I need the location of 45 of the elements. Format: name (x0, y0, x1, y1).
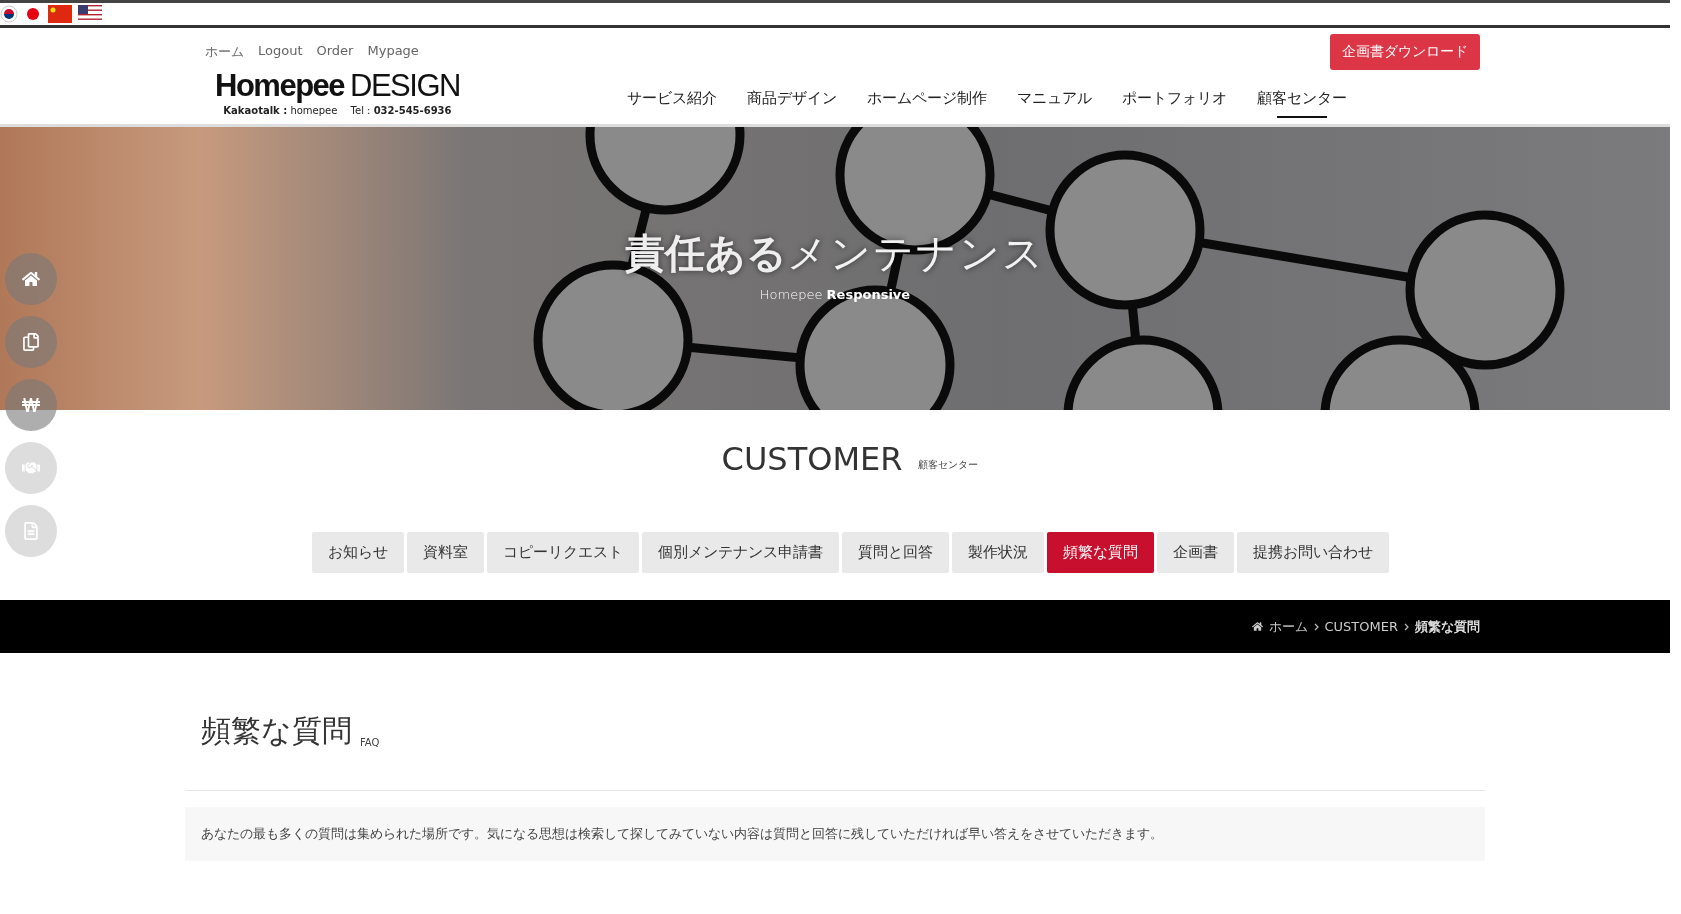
chevron-icon (1404, 622, 1409, 631)
china-flag-icon[interactable] (48, 5, 72, 23)
home-icon (22, 270, 40, 288)
logo-text[interactable]: Homepee DESIGN (215, 70, 460, 101)
breadcrumb-current: 頻繁な質問 (1415, 617, 1480, 636)
hero-subtitle: Homepee Responsive (759, 286, 911, 302)
side-button[interactable] (5, 379, 57, 431)
nav-link[interactable]: ポートフォリオ (1114, 87, 1235, 118)
top-link[interactable]: Logout (258, 43, 303, 61)
category-tab[interactable]: 資料室 (406, 532, 484, 573)
top-link[interactable]: Order (316, 43, 354, 61)
document-icon (22, 522, 40, 540)
contact-info: Kakaotalk : homepee Tel : 032-545-6936 (223, 104, 452, 118)
nav-link[interactable]: 顧客センター (1249, 87, 1355, 118)
won-icon (22, 396, 40, 414)
copy-icon (22, 333, 40, 351)
nav-link[interactable]: サービス紹介 (619, 87, 725, 118)
korea-flag-icon[interactable] (0, 5, 18, 23)
category-tab[interactable]: お知らせ (311, 532, 404, 573)
nav-link[interactable]: ホームページ制作 (859, 87, 995, 118)
section-subtitle: 顧客センター (918, 458, 979, 472)
download-button[interactable]: 企画書ダウンロード (1330, 34, 1480, 70)
top-link[interactable]: ホーム (205, 43, 244, 61)
category-tab[interactable]: 個別メンテナンス申請書 (641, 532, 839, 573)
home-icon (1251, 621, 1263, 632)
section-title: CUSTOMER (721, 440, 903, 478)
page-tag: FAQ (360, 737, 380, 752)
category-tab[interactable]: 質問と回答 (841, 532, 949, 573)
category-tab[interactable]: 製作状況 (951, 532, 1044, 573)
breadcrumb-link[interactable]: ホーム (1268, 617, 1308, 636)
chevron-icon (1313, 622, 1319, 631)
nav-link[interactable]: 商品デザイン (739, 87, 845, 118)
usa-flag-icon[interactable] (78, 5, 102, 23)
side-button[interactable] (5, 316, 57, 368)
page-title: 頻繁な質問 (201, 712, 352, 750)
side-button[interactable] (5, 253, 57, 305)
breadcrumb-link[interactable]: CUSTOMER (1324, 619, 1398, 634)
category-tab[interactable]: 頻繁な質問 (1046, 532, 1154, 573)
nav-link[interactable]: マニュアル (1009, 87, 1100, 118)
description-text: あなたの最も多くの質問は集められた場所です。気になる思想は検索して探してみていない内容は質問と回答に残していただければ早い答えをさせていただきます。 (185, 807, 1485, 861)
category-tab[interactable]: コピーリクエスト (486, 532, 639, 573)
category-tab[interactable]: 企画書 (1156, 532, 1234, 573)
japan-flag-icon[interactable] (24, 5, 42, 23)
top-link[interactable]: Mypage (367, 43, 419, 61)
category-tab[interactable]: 提携お問い合わせ (1236, 532, 1389, 573)
